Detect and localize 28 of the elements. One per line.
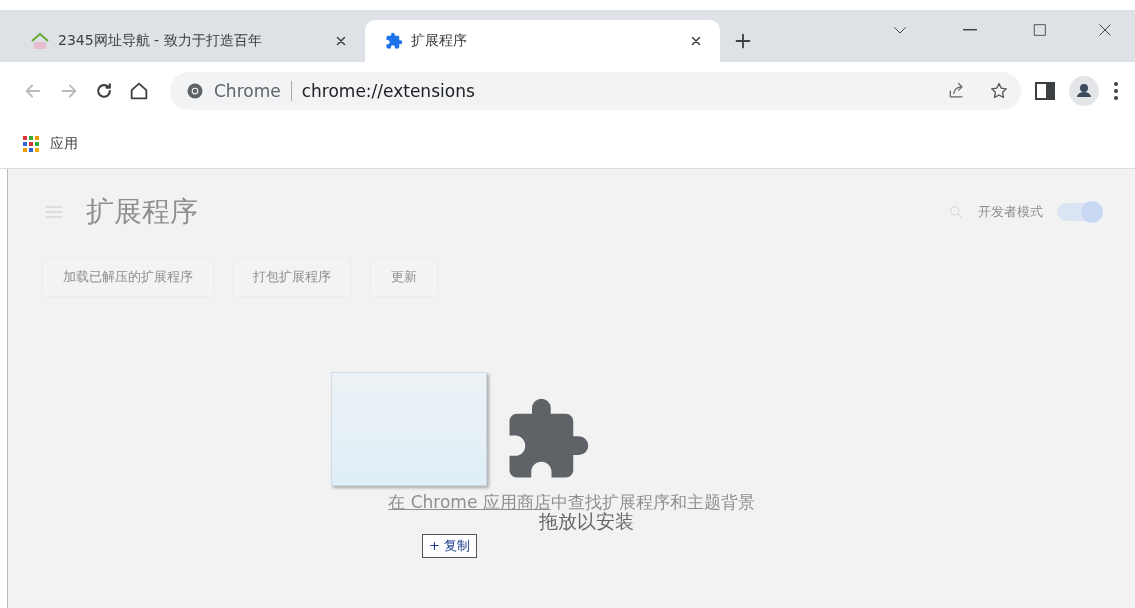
copy-badge: + 复制 <box>422 534 478 558</box>
home-button[interactable] <box>128 80 150 102</box>
reload-button[interactable] <box>94 81 114 101</box>
drop-label: 拖放以安装 <box>539 510 634 532</box>
store-hint: 在 Chrome 应用商店中查找扩展程序和主题背景 <box>387 491 756 512</box>
site-origin: Chrome <box>214 81 281 101</box>
browser-tab[interactable]: 扩展程序 <box>365 20 720 62</box>
address-bar[interactable]: Chrome chrome://extensions <box>170 72 1021 110</box>
house-icon <box>30 32 50 50</box>
minimize-icon <box>963 29 977 31</box>
developer-mode-label: 开发者模式 <box>978 203 1043 221</box>
maximize-icon <box>1032 22 1048 38</box>
close-icon <box>334 34 348 48</box>
side-panel-icon[interactable] <box>1035 82 1055 100</box>
menu-icon[interactable] <box>1113 81 1119 101</box>
url-text: chrome://extensions <box>301 81 476 101</box>
close-icon <box>689 34 703 48</box>
tab-title: 2345网址导航 - 致力于打造百年 <box>58 32 263 50</box>
close-icon <box>1096 21 1114 39</box>
bookmark-item[interactable]: 应用 <box>22 135 78 153</box>
star-icon[interactable] <box>989 81 1009 101</box>
tab-title: 扩展程序 <box>411 32 468 50</box>
puzzle-icon <box>385 32 403 50</box>
profile-avatar[interactable] <box>1069 76 1099 106</box>
developer-mode-toggle[interactable] <box>1057 203 1101 221</box>
browser-tab[interactable]: 2345网址导航 - 致力于打造百年 <box>10 20 365 62</box>
page-title: 扩展程序 <box>86 194 198 230</box>
apps-grid-icon <box>22 135 40 153</box>
